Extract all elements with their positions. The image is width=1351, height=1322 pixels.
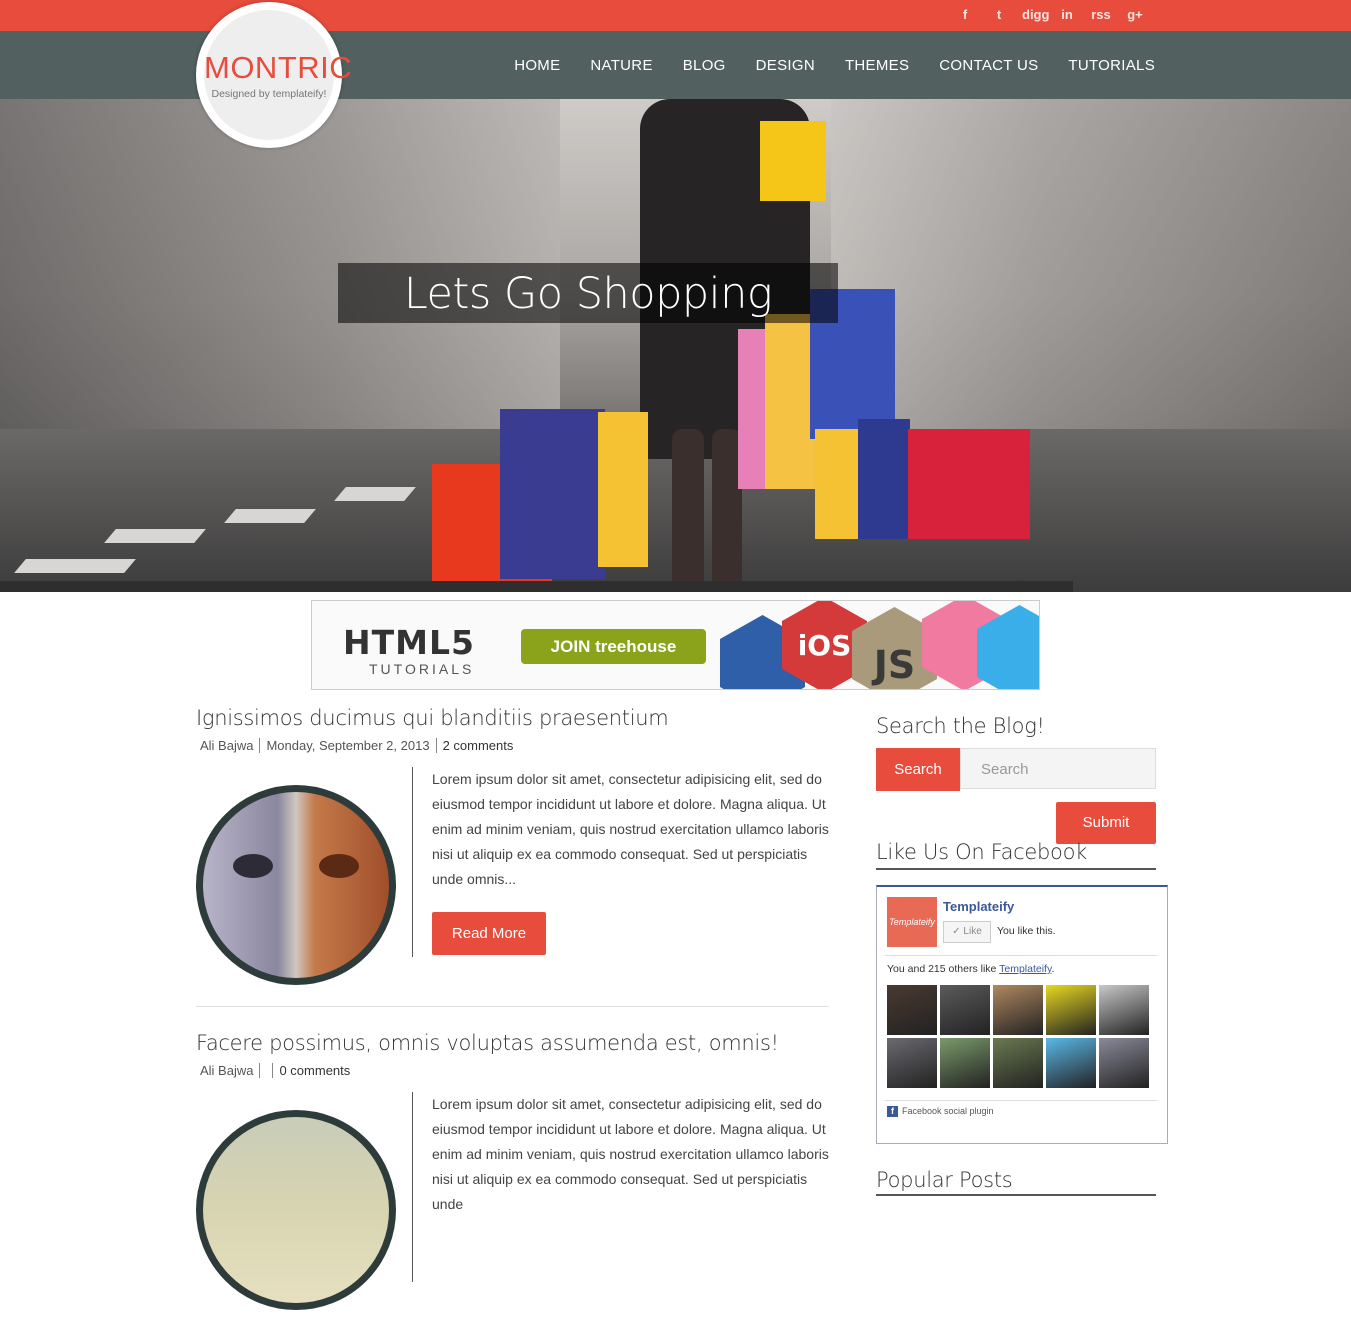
thumb-detail [233,854,273,878]
thumb-detail [319,854,359,878]
post: Facere possimus, omnis voluptas assumend… [196,1007,829,1310]
fb-social-plugin[interactable]: f Facebook social plugin [887,1106,994,1117]
fb-count-end: . [1051,963,1055,975]
post-author[interactable]: Ali Bajwa [200,738,261,753]
fb-like-count: You and 215 others like Templateify. [887,963,1054,975]
road-marking [334,487,416,501]
post-list: Ignissimos ducimus qui blanditiis praese… [196,700,829,1310]
fb-divider [885,955,1157,956]
submit-button[interactable]: Submit [1056,802,1156,844]
search-input[interactable]: Search [960,748,1156,789]
fb-like-button[interactable]: ✓ Like [943,921,991,943]
digg-icon[interactable]: digg [1022,6,1049,24]
html5-tutorials-ad[interactable]: HTML5 TUTORIALS JOIN treehouse iOS JS [311,600,1040,690]
post-divider [412,1092,413,1282]
fb-page-logo[interactable]: Templateify [887,897,937,947]
fb-face-avatar[interactable] [1046,985,1096,1035]
hero-buildings-right [831,99,1351,459]
nav-tutorials[interactable]: TUTORIALS [1068,57,1155,74]
fb-page-name[interactable]: Templateify [943,899,1014,914]
nav-design[interactable]: DESIGN [756,57,815,74]
nav-blog[interactable]: BLOG [683,57,726,74]
banner-title: HTML5 [343,623,475,662]
shopping-bag [760,121,826,201]
post-comments-link[interactable]: 2 comments [443,738,514,753]
rss-icon[interactable]: rss [1090,6,1112,24]
road-marking [14,559,136,573]
post-body: Lorem ipsum dolor sit amet, consectetur … [196,1092,829,1322]
google-plus-icon[interactable]: g+ [1124,6,1146,24]
fb-face-avatar[interactable] [1099,1038,1149,1088]
logo-subtitle: Designed by templateify! [211,88,327,100]
fb-face-avatar[interactable] [887,1038,937,1088]
fb-face-avatar[interactable] [887,985,937,1035]
fb-count-text: You and 215 others like [887,963,997,975]
post-title[interactable]: Facere possimus, omnis voluptas assumend… [196,1031,829,1055]
fb-plugin-label: Facebook social plugin [902,1106,994,1116]
fb-face-avatar[interactable] [993,985,1043,1035]
search-form: Search Search [876,748,1168,792]
post-divider [412,767,413,957]
nav-home[interactable]: HOME [514,57,560,74]
post-thumbnail[interactable] [196,1110,396,1310]
slider-progress-bar [0,581,1073,592]
post-meta: Ali Bajwa Monday, September 2, 2013 2 comm… [200,738,829,753]
facebook-like-box: Templateify Templateify ✓ Like You like … [876,885,1168,1144]
hero-caption: Lets Go Shopping [338,263,838,323]
fb-divider [885,1100,1157,1101]
road-marking [104,529,206,543]
popular-posts-heading: Popular Posts [876,1168,1156,1196]
post: Ignissimos ducimus qui blanditiis praese… [196,706,829,1006]
facebook-icon[interactable]: f [954,6,976,24]
search-heading: Search the Blog! [876,714,1045,738]
road-marking [224,509,316,523]
shopping-bag [598,412,648,567]
fb-you-like: You like this. [997,925,1056,937]
join-treehouse-button[interactable]: JOIN treehouse [521,629,706,664]
post-thumbnail[interactable] [196,785,396,985]
shopping-bag [500,409,605,579]
post-author[interactable]: Ali Bajwa [200,1063,261,1078]
hero-shopper-leg [672,429,704,592]
site-logo[interactable]: MONTRIC Designed by templateify! [196,2,353,148]
facebook-heading: Like Us On Facebook [876,840,1156,870]
post-comments-link[interactable]: 0 comments [279,1063,350,1078]
linkedin-icon[interactable]: in [1056,6,1078,24]
sidebar: Search the Blog! Search Search Submit Li… [876,714,1168,1196]
fb-face-avatar[interactable] [993,1038,1043,1088]
shopping-bag [858,419,910,539]
shopping-bag [908,429,1030,539]
fb-face-avatar[interactable] [1099,985,1149,1035]
banner-subtitle: TUTORIALS [369,661,475,677]
social-links: f t digg in rss g+ [954,6,1146,24]
post-meta: Ali Bajwa 0 comments [200,1063,829,1078]
post-body: Lorem ipsum dolor sit amet, consectetur … [196,767,829,997]
fb-face-avatar[interactable] [940,1038,990,1088]
post-date: Monday, September 2, 2013 [260,738,437,753]
post-date [260,1063,274,1078]
post-title[interactable]: Ignissimos ducimus qui blanditiis praese… [196,706,829,730]
post-excerpt: Lorem ipsum dolor sit amet, consectetur … [432,771,829,887]
post-excerpt: Lorem ipsum dolor sit amet, consectetur … [432,1096,829,1212]
fb-face-avatar[interactable] [1046,1038,1096,1088]
nav-contact-us[interactable]: CONTACT US [939,57,1038,74]
fb-page-link[interactable]: Templateify [999,963,1051,975]
facebook-icon: f [887,1106,898,1117]
logo-title: MONTRIC [204,50,353,85]
fb-like-label: Like [963,926,982,937]
search-button[interactable]: Search [876,748,960,791]
hero-slider[interactable]: Lets Go Shopping [0,99,1351,592]
shopping-bag [815,429,860,539]
nav-themes[interactable]: THEMES [845,57,909,74]
read-more-button[interactable]: Read More [432,912,546,955]
main-nav: HOME NATURE BLOG DESIGN THEMES CONTACT U… [514,31,1155,99]
logo-badge: MONTRIC Designed by templateify! [204,10,353,140]
nav-nature[interactable]: NATURE [590,57,652,74]
top-bar: f t digg in rss g+ [0,0,1351,31]
twitter-icon[interactable]: t [988,6,1010,24]
fb-face-avatar[interactable] [940,985,990,1035]
